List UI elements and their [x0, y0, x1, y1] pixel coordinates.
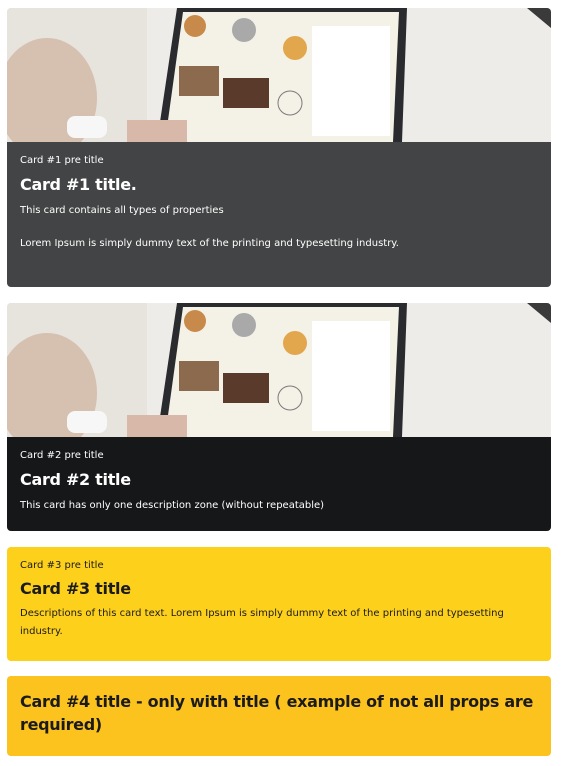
card-1-title: Card #1 title. — [20, 175, 137, 194]
card-1-description-1: This card contains all types of properti… — [20, 205, 224, 216]
card-3-title: Card #3 title — [20, 579, 131, 598]
card-1[interactable]: Card #1 pre title Card #1 title. This ca… — [7, 8, 551, 287]
card-stack: Card #1 pre title Card #1 title. This ca… — [0, 0, 561, 766]
card-1-image — [7, 8, 551, 142]
card-2-pre-title: Card #2 pre title — [20, 450, 104, 461]
card-2-image — [7, 303, 551, 437]
card-2-description: This card has only one description zone … — [20, 500, 325, 511]
card-2[interactable]: Card #2 pre title Card #2 title This car… — [7, 303, 551, 531]
card-4[interactable]: Card #4 title - only with title ( exampl… — [7, 676, 551, 756]
card-3[interactable]: Card #3 pre title Card #3 title Descript… — [7, 547, 551, 661]
card-3-pre-title: Card #3 pre title — [20, 560, 104, 571]
card-4-title: Card #4 title - only with title ( exampl… — [20, 692, 534, 734]
card-3-description: Descriptions of this card text. Lorem Ip… — [20, 608, 504, 637]
card-1-description-2: Lorem Ipsum is simply dummy text of the … — [20, 238, 399, 249]
card-2-title: Card #2 title — [20, 470, 131, 489]
card-1-pre-title: Card #1 pre title — [20, 155, 104, 166]
